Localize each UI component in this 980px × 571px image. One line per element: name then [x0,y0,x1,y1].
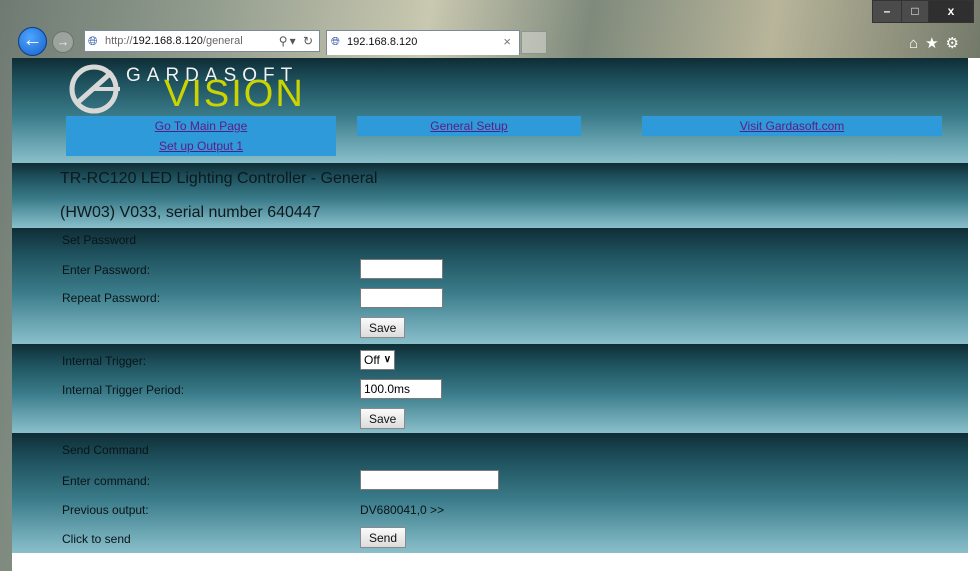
send-command-heading: Send Command [62,443,149,457]
browser-tools: ⌂★⚙ [909,34,966,52]
page-title: TR-RC120 LED Lighting Controller - Gener… [60,170,378,187]
globe-icon: 🌐︎ [88,34,98,48]
internal-trigger-value: Off [364,353,380,367]
command-input[interactable] [360,470,499,490]
device-info: (HW03) V033, serial number 640447 [60,204,321,221]
previous-output-value: DV680041,0 >> [360,503,445,517]
web-page: GARDASOFT VISION Go To Main Page Set up … [12,58,980,571]
internal-trigger-select[interactable]: Off ∨ [360,350,396,370]
password-input[interactable] [360,259,443,279]
previous-output-label: Previous output: [62,503,149,517]
refresh-icon[interactable]: ↻ [303,34,315,48]
repeat-password-label: Repeat Password: [62,291,161,305]
new-tab-button[interactable] [521,31,547,54]
minimize-icon[interactable]: – [872,0,901,23]
address-bar[interactable]: 🌐︎http://192.168.8.120/general.cg ⚲▾ ↻ [84,30,320,52]
trigger-period-input[interactable] [360,379,442,399]
globe-icon: 🌐︎ [331,36,340,48]
home-icon[interactable]: ⌂ [909,35,925,52]
setup-output-link[interactable]: Set up Output 1 [159,139,243,153]
command-section [12,433,968,553]
chevron-down-icon: ∨ [383,354,392,365]
repeat-password-input[interactable] [360,288,443,308]
star-icon[interactable]: ★ [925,35,945,52]
window-controls: – □ x [872,0,974,23]
browser-tab[interactable]: 🌐︎ 192.168.8.120 × [326,30,520,55]
save-trigger-button[interactable]: Save [360,408,406,429]
nav-main-page: Go To Main Page [66,116,336,136]
maximize-icon[interactable]: □ [901,0,928,23]
password-section [12,228,968,344]
enter-password-label: Enter Password: [62,263,151,277]
logo-text-bottom: VISION [164,73,305,115]
nav-setup-output: Set up Output 1 [66,136,336,156]
close-icon[interactable]: × [503,31,511,53]
main-page-link[interactable]: Go To Main Page [155,119,248,133]
search-icon[interactable]: ⚲ [279,34,290,48]
nav-general-setup: General Setup [357,116,581,136]
back-arrow-icon[interactable]: ← [18,27,47,56]
address-url: http://192.168.8.120/general.cg [105,35,243,47]
password-heading: Set Password [62,233,137,247]
browser-chrome: ← → 🌐︎http://192.168.8.120/general.cg ⚲▾… [0,0,980,58]
visit-gardasoft-link[interactable]: Visit Gardasoft.com [740,119,844,133]
general-setup-link[interactable]: General Setup [430,119,507,133]
nav-visit-gardasoft: Visit Gardasoft.com [642,116,942,136]
window-close-icon[interactable]: x [928,0,974,23]
save-password-button[interactable]: Save [360,317,406,338]
enter-command-label: Enter command: [62,474,151,488]
click-to-send-label: Click to send [62,532,131,546]
forward-arrow-icon[interactable]: → [52,31,74,53]
gardasoft-logo: GARDASOFT VISION [68,62,303,116]
send-button[interactable]: Send [360,527,407,548]
internal-trigger-label: Internal Trigger: [62,354,147,368]
gear-icon[interactable]: ⚙ [946,35,966,52]
tab-title: 192.168.8.120 [347,36,418,48]
trigger-period-label: Internal Trigger Period: [62,383,185,397]
